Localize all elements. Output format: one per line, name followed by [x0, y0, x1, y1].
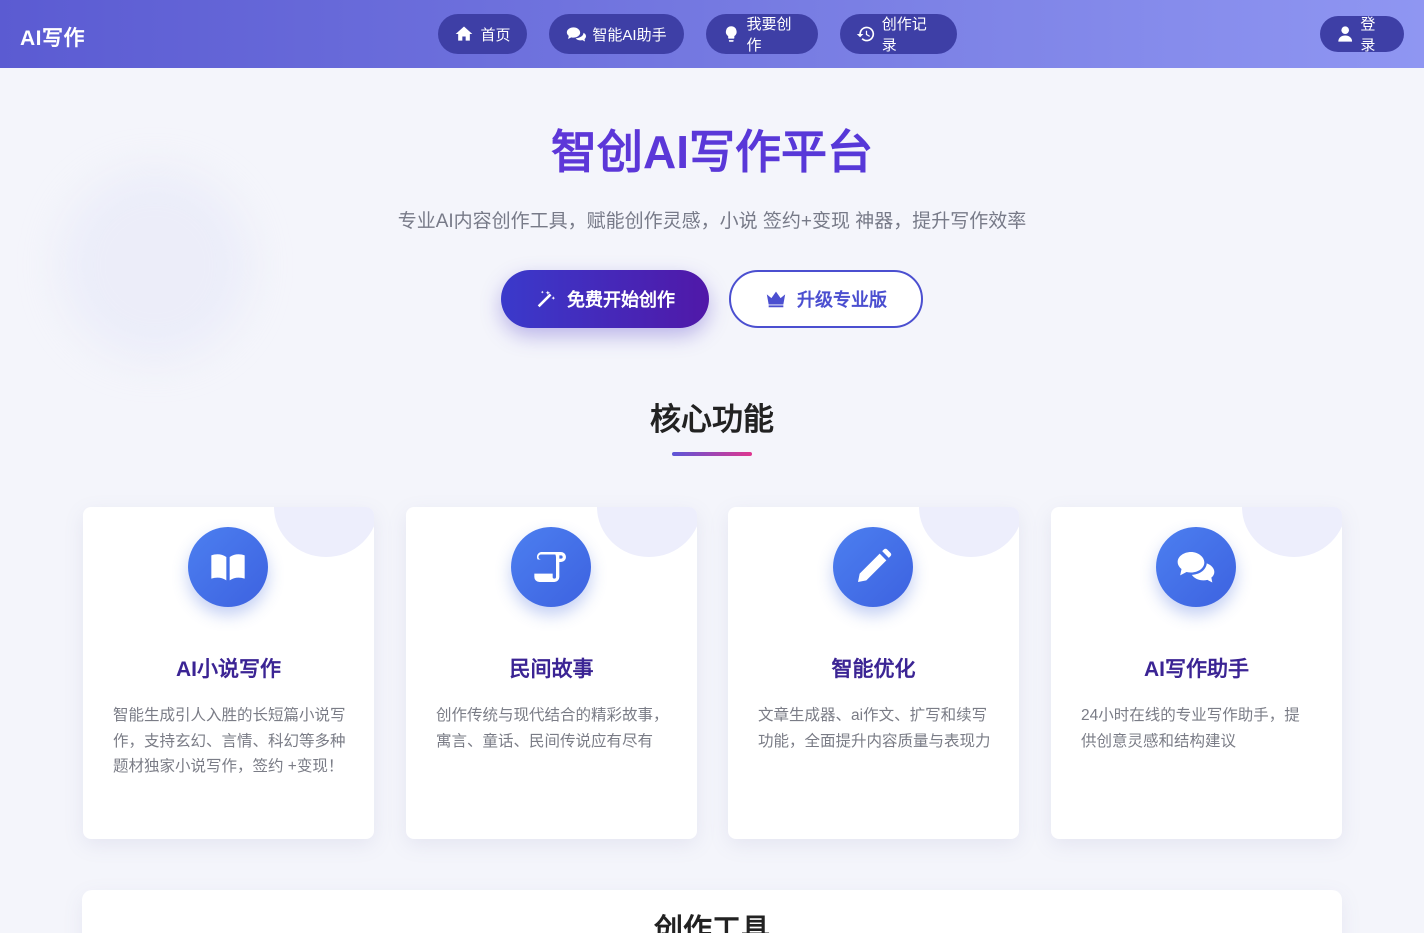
hero-title: 智创AI写作平台 — [0, 116, 1424, 182]
nav-create[interactable]: 我要创作 — [706, 14, 818, 54]
start-creating-button[interactable]: 免费开始创作 — [501, 270, 709, 328]
comments-icon — [1177, 552, 1215, 583]
lightbulb-icon — [725, 26, 737, 42]
tools-section-title: 创作工具 — [653, 914, 770, 933]
chat-icon — [567, 27, 587, 42]
site-logo[interactable]: AI写作 — [20, 22, 85, 52]
feature-card-assistant[interactable]: AI写作助手 24小时在线的专业写作助手，提供创意灵感和结构建议 — [1051, 507, 1342, 839]
card-decoration — [597, 507, 697, 557]
scroll-icon — [534, 552, 566, 582]
upgrade-pro-button[interactable]: 升级专业版 — [729, 270, 923, 328]
magic-wand-icon — [537, 290, 556, 308]
feature-card-novel[interactable]: AI小说写作 智能生成引人入胜的长短篇小说写作，支持玄幻、言情、科幻等多种题材独… — [83, 507, 374, 839]
card-title: AI写作助手 — [1144, 658, 1249, 681]
login-label: 登录 — [1360, 16, 1376, 54]
features-section-title: 核心功能 — [650, 402, 774, 437]
card-title: 智能优化 — [831, 658, 916, 681]
feature-card-folk-story[interactable]: 民间故事 创作传统与现代结合的精彩故事，寓言、童话、民间传说应有尽有 — [406, 507, 697, 839]
nav-ai-assistant-label: 智能AI助手 — [592, 26, 667, 44]
nav-ai-assistant[interactable]: 智能AI助手 — [549, 14, 684, 54]
section-underline — [672, 452, 752, 456]
history-icon — [856, 26, 875, 42]
nav-history-label: 创作记录 — [881, 16, 927, 54]
card-description: 24小时在线的专业写作助手，提供创意灵感和结构建议 — [1081, 707, 1300, 750]
book-icon — [211, 554, 245, 581]
nav-history[interactable]: 创作记录 — [840, 14, 957, 54]
home-icon — [456, 26, 473, 41]
card-description: 创作传统与现代结合的精彩故事，寓言、童话、民间传说应有尽有 — [436, 707, 669, 750]
user-icon — [1338, 26, 1353, 42]
login-button[interactable]: 登录 — [1320, 16, 1404, 54]
feature-card-optimize[interactable]: 智能优化 文章生成器、ai作文、扩写和续写功能，全面提升内容质量与表现力 — [728, 507, 1019, 839]
upgrade-pro-label: 升级专业版 — [797, 290, 887, 310]
card-icon-badge — [1156, 527, 1236, 607]
card-description: 智能生成引人入胜的长短篇小说写作，支持玄幻、言情、科幻等多种题材独家小说写作，签… — [113, 707, 346, 775]
hero-subtitle: 专业AI内容创作工具，赋能创作灵感，小说 签约+变现 神器，提升写作效率 — [397, 211, 1027, 232]
card-title: 民间故事 — [509, 658, 594, 681]
card-title: AI小说写作 — [176, 658, 281, 681]
nav-create-label: 我要创作 — [746, 16, 792, 54]
pencil-icon — [858, 548, 892, 582]
nav-home[interactable]: 首页 — [438, 14, 527, 54]
top-navbar: AI写作 首页 智能AI助手 我要创作 创作记录 登录 — [0, 0, 1424, 68]
card-decoration — [919, 507, 1019, 557]
start-creating-label: 免费开始创作 — [567, 290, 675, 310]
card-icon-badge — [833, 527, 913, 607]
background-blob — [60, 170, 250, 360]
card-description: 文章生成器、ai作文、扩写和续写功能，全面提升内容质量与表现力 — [758, 707, 991, 750]
card-icon-badge — [188, 527, 268, 607]
card-decoration — [274, 507, 374, 557]
card-decoration — [1242, 507, 1342, 557]
nav-home-label: 首页 — [480, 26, 511, 44]
crown-icon — [766, 291, 786, 308]
tools-panel: 创作工具 — [82, 890, 1342, 933]
card-icon-badge — [511, 527, 591, 607]
